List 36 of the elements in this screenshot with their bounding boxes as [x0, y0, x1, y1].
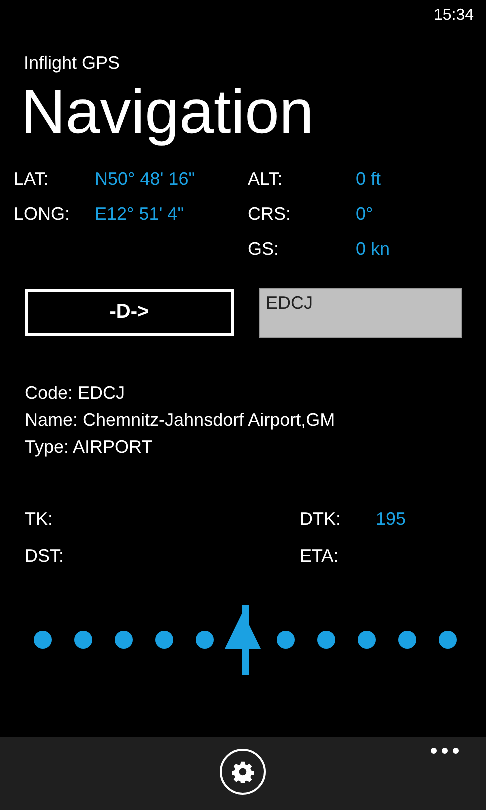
field-value: 0°	[356, 204, 374, 225]
deviation-dot-icon	[74, 631, 92, 649]
waypoint-info-text: Name: Chemnitz-Jahnsdorf Airport,GM	[25, 409, 336, 432]
field-label: LONG:	[14, 204, 72, 225]
field-label: GS:	[248, 239, 280, 260]
waypoint-input-field[interactable]: EDCJ	[259, 288, 462, 338]
deviation-dot-icon	[277, 631, 295, 649]
field-value: 0 kn	[356, 239, 390, 260]
waypoint-info-text: Type: AIRPORT	[25, 436, 154, 459]
deviation-dot-icon	[358, 631, 376, 649]
field-label: CRS:	[248, 204, 292, 225]
more-icon[interactable]	[430, 747, 460, 755]
deviation-dot-icon	[318, 631, 336, 649]
field-label: LAT:	[14, 169, 50, 190]
field-label: ALT:	[248, 169, 284, 190]
field-value: 195	[376, 509, 406, 530]
page-title: Navigation	[21, 77, 315, 149]
clock-time: 15:34	[434, 7, 474, 25]
direct-to-button[interactable]: -D->	[25, 289, 234, 336]
deviation-dot-icon	[196, 631, 214, 649]
field-value: 0 ft	[356, 169, 382, 190]
deviation-dot-icon	[34, 631, 52, 649]
settings-button[interactable]	[220, 749, 266, 795]
field-label: TK:	[25, 509, 54, 530]
deviation-dot-icon	[439, 631, 457, 649]
waypoint-info-text: Code: EDCJ	[25, 382, 126, 405]
deviation-dot-icon	[156, 631, 174, 649]
deviation-dot-icon	[398, 631, 416, 649]
deviation-dot-icon	[115, 631, 133, 649]
field-label: DTK:	[300, 509, 342, 530]
app-title: Inflight GPS	[24, 53, 122, 74]
settings-icon	[232, 761, 254, 783]
field-value: E12° 51' 4"	[95, 204, 184, 225]
field-label: DST:	[25, 546, 64, 567]
field-label: ETA:	[300, 546, 340, 567]
field-value: N50° 48' 16"	[95, 169, 196, 190]
